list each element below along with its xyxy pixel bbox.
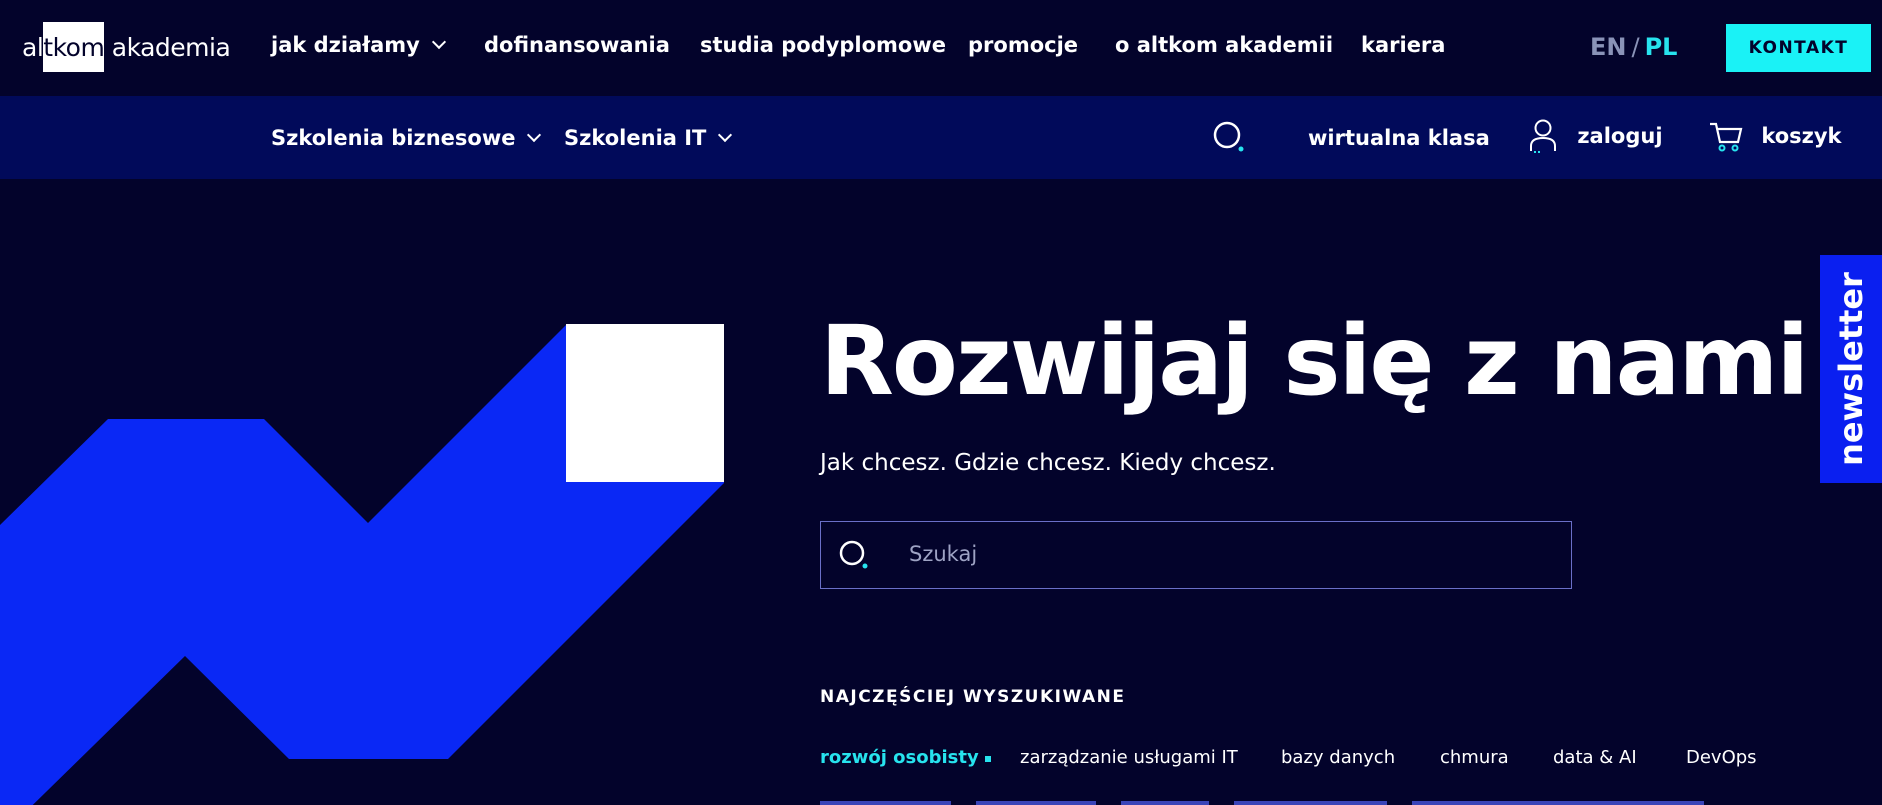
logo[interactable]: al tkom akademia (22, 22, 231, 72)
login-link[interactable]: zaloguj (1528, 118, 1663, 154)
search-icon[interactable] (1212, 120, 1248, 156)
lang-pl[interactable]: PL (1645, 33, 1678, 61)
cart-link[interactable]: koszyk (1708, 118, 1842, 154)
cart-label: koszyk (1761, 124, 1842, 148)
hero-title: Rozwijaj się z nami (820, 305, 1809, 417)
chevron-down-icon (527, 127, 542, 143)
card-edge (1412, 801, 1704, 805)
hero-subtitle: Jak chcesz. Gdzie chcesz. Kiedy chcesz. (820, 450, 1276, 476)
nav-label: jak działamy (271, 33, 420, 57)
card-edge (976, 801, 1096, 805)
secondary-nav: Szkolenia biznesowe Szkolenia IT wirtual… (0, 96, 1882, 179)
hero-decorative-shape (0, 324, 724, 805)
hero-search-input[interactable] (909, 542, 1509, 566)
newsletter-label: newsletter (1832, 272, 1870, 466)
tag-data-ai[interactable]: data & AI (1553, 747, 1637, 768)
hero-search-box (820, 521, 1572, 589)
tag-rozwoj-osobisty[interactable]: rozwój osobisty (820, 747, 991, 768)
nav-szkolenia-biznesowe[interactable]: Szkolenia biznesowe (271, 126, 542, 150)
nav-dofinansowania[interactable]: dofinansowania (484, 33, 670, 57)
active-indicator (984, 756, 991, 762)
card-edge (820, 801, 951, 805)
newsletter-tab[interactable]: newsletter (1820, 255, 1882, 483)
nav-szkolenia-it[interactable]: Szkolenia IT (564, 126, 733, 150)
lang-en[interactable]: EN (1590, 33, 1626, 61)
tag-chmura[interactable]: chmura (1440, 747, 1509, 768)
tag-devops[interactable]: DevOps (1686, 747, 1757, 768)
search-icon[interactable] (837, 538, 873, 574)
user-icon (1530, 119, 1556, 153)
nav-label: Szkolenia IT (564, 126, 707, 150)
nav-kariera[interactable]: kariera (1361, 33, 1445, 57)
popular-searches-title: NAJCZĘŚCIEJ WYSZUKIWANE (820, 687, 1126, 707)
cart-icon (1710, 122, 1743, 152)
nav-o-altkom[interactable]: o altkom akademii (1115, 33, 1333, 57)
tag-label: rozwój osobisty (820, 747, 979, 768)
contact-button[interactable]: KONTAKT (1726, 24, 1871, 72)
lang-separator: / (1631, 33, 1640, 61)
tag-zarzadzanie-uslugami-it[interactable]: zarządzanie usługami IT (1020, 747, 1238, 768)
chevron-down-icon (431, 34, 446, 50)
nav-jak-dzialamy[interactable]: jak działamy (271, 33, 446, 57)
tag-bazy-danych[interactable]: bazy danych (1281, 747, 1395, 768)
card-edge (1234, 801, 1387, 805)
nav-studia-podyplomowe[interactable]: studia podyplomowe (700, 33, 946, 57)
nav-label: Szkolenia biznesowe (271, 126, 516, 150)
login-label: zaloguj (1577, 124, 1663, 148)
logo-text-pre: al (22, 32, 44, 62)
virtual-class-link[interactable]: wirtualna klasa (1308, 126, 1490, 150)
card-edge (1121, 801, 1209, 805)
language-switcher: EN / PL (1590, 33, 1677, 61)
top-bar: al tkom akademia jak działamy dofinansowa… (0, 0, 1882, 96)
nav-promocje[interactable]: promocje (968, 33, 1078, 57)
logo-text-post: akademia (104, 32, 231, 62)
chevron-down-icon (718, 127, 733, 143)
logo-box: tkom (43, 22, 105, 72)
